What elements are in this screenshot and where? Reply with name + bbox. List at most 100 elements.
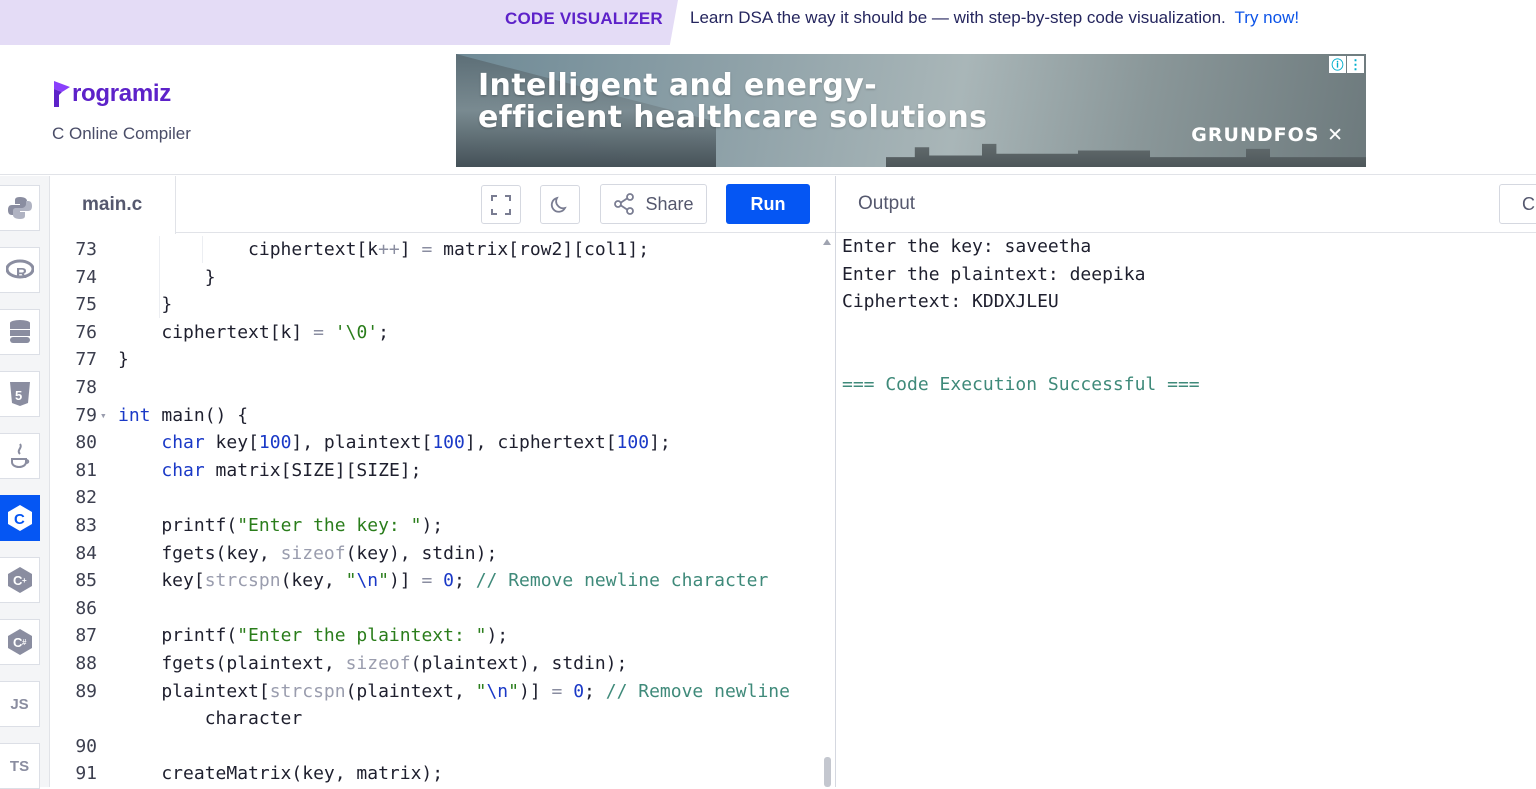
js-icon[interactable]: JS: [0, 681, 40, 727]
fullscreen-button[interactable]: [481, 185, 521, 224]
ts-icon-label: TS: [9, 757, 30, 775]
python-icon[interactable]: [0, 185, 40, 231]
code-line[interactable]: character: [51, 705, 821, 732]
code-line[interactable]: 83 printf("Enter the key: ");: [51, 512, 821, 539]
line-number: 81: [75, 459, 97, 481]
line-number: 77: [75, 349, 97, 371]
share-button[interactable]: Share: [600, 184, 707, 224]
output-line: === Code Execution Successful ===: [842, 374, 1200, 395]
line-number: 89: [75, 680, 97, 702]
svg-text:#: #: [22, 638, 27, 647]
ad-brand: GRUNDFOS ✕: [1191, 124, 1344, 146]
code-line[interactable]: 89 plaintext[strcspn(plaintext, "\n")] =…: [51, 678, 821, 705]
promo-text: Learn DSA the way it should be — with st…: [690, 8, 1299, 28]
line-number: 79: [75, 404, 97, 426]
code-line[interactable]: 77}: [51, 346, 821, 373]
share-label: Share: [645, 193, 694, 214]
code-text: int main() {: [118, 404, 249, 426]
promo-try-now-link[interactable]: Try now!: [1235, 8, 1300, 27]
ad-banner[interactable]: Intelligent and energy- efficient health…: [456, 54, 1366, 167]
line-number: 82: [75, 487, 97, 509]
svg-text:C: C: [14, 511, 25, 528]
code-text: printf("Enter the plaintext: ");: [118, 625, 509, 647]
java-icon[interactable]: [0, 433, 40, 479]
code-line[interactable]: 76 ciphertext[k] = '\0';: [51, 319, 821, 346]
output-pane: Output Clear Enter the key: saveetha Ente…: [836, 176, 1536, 787]
code-line[interactable]: 82: [51, 484, 821, 511]
code-text: key[strcspn(key, "\n")] = 0; // Remove n…: [118, 570, 769, 592]
scroll-up-arrow-icon[interactable]: [823, 239, 831, 245]
language-sidebar: R 5 C C + C # JS TS: [0, 176, 50, 789]
tab-main-c[interactable]: main.c: [51, 176, 176, 234]
fullscreen-icon: [491, 194, 511, 215]
sql-icon[interactable]: [0, 309, 40, 355]
ad-headline-line-1: Intelligent and energy-: [478, 68, 878, 103]
theme-toggle-button[interactable]: [540, 185, 580, 224]
ad-brand-text: GRUNDFOS: [1191, 124, 1320, 146]
line-number: 84: [75, 542, 97, 564]
line-number: 76: [75, 321, 97, 343]
html5-icon[interactable]: 5: [0, 371, 40, 417]
output-line: Enter the plaintext: deepika: [842, 263, 1146, 285]
ad-headline-line-2: efficient healthcare solutions: [478, 100, 988, 135]
r-icon[interactable]: R: [0, 247, 40, 293]
code-text: plaintext[strcspn(plaintext, "\n")] = 0;…: [118, 680, 790, 702]
code-line[interactable]: 73 ciphertext[k++] = matrix[row2][col1];: [51, 236, 821, 263]
line-number: 78: [75, 377, 97, 398]
site-header: rogramiz C Online Compiler Intelligent a…: [0, 45, 1536, 175]
code-line[interactable]: 81 char matrix[SIZE][SIZE];: [51, 457, 821, 484]
ts-icon[interactable]: TS: [0, 743, 40, 789]
code-line[interactable]: 80 char key[100], plaintext[100], cipher…: [51, 429, 821, 456]
code-text: }: [118, 294, 173, 316]
code-line[interactable]: 84 fgets(key, sizeof(key), stdin);: [51, 540, 821, 567]
line-number: 75: [75, 294, 97, 316]
code-text: ciphertext[k++] = matrix[row2][col1];: [118, 239, 650, 260]
line-number: 88: [75, 653, 97, 674]
line-number: 91: [75, 763, 97, 785]
code-line[interactable]: 87 printf("Enter the plaintext: ");: [51, 622, 821, 649]
code-text: }: [118, 349, 129, 371]
cplusplus-icon[interactable]: C +: [0, 557, 40, 603]
kebab-menu-icon[interactable]: ⋮: [1347, 56, 1364, 73]
line-number: 86: [75, 597, 97, 619]
output-line: Enter the key: saveetha: [842, 236, 1092, 257]
line-number: 74: [75, 266, 97, 288]
code-line[interactable]: 78: [51, 374, 821, 401]
code-line[interactable]: 88 fgets(plaintext, sizeof(plaintext), s…: [51, 650, 821, 677]
code-line[interactable]: 91 createMatrix(key, matrix);: [51, 760, 821, 787]
svg-text:+: +: [22, 576, 27, 585]
code-line[interactable]: 79 ▾ int main() {: [51, 402, 821, 429]
output-line: Ciphertext: KDDXJLEU: [842, 291, 1059, 313]
editor-scrollbar-thumb[interactable]: [824, 757, 831, 787]
output-title: Output: [858, 193, 916, 214]
line-number: 90: [75, 735, 97, 757]
code-text: char matrix[SIZE][SIZE];: [161, 459, 422, 481]
csharp-icon[interactable]: C #: [0, 619, 40, 665]
compiler-subtitle: C Online Compiler: [52, 124, 191, 143]
code-area[interactable]: 73 ciphertext[k++] = matrix[row2][col1];…: [51, 236, 835, 787]
code-line[interactable]: 90: [51, 733, 821, 760]
line-number: 87: [75, 625, 97, 647]
line-number: 83: [75, 515, 97, 536]
code-line[interactable]: 86: [51, 595, 821, 622]
code-text: fgets(key, sizeof(key), stdin);: [118, 542, 498, 564]
fold-arrow-icon[interactable]: ▾: [100, 402, 107, 429]
code-text: char key[100], plaintext[100], ciphertex…: [161, 432, 671, 454]
code-editor-pane: main.c Share Run 73 ciphertext[k++] = ma…: [51, 176, 835, 787]
ad-brand-mark-icon: ✕: [1327, 124, 1344, 146]
promo-message: Learn DSA the way it should be — with st…: [690, 8, 1226, 27]
clear-button[interactable]: Clear: [1499, 184, 1536, 224]
c-icon[interactable]: C: [0, 495, 40, 541]
run-button[interactable]: Run: [726, 184, 810, 224]
programiz-logo[interactable]: rogramiz: [52, 79, 171, 109]
code-line[interactable]: 85 key[strcspn(key, "\n")] = 0; // Remov…: [51, 567, 821, 594]
promo-brand[interactable]: CODE VISUALIZER: [505, 9, 663, 29]
logo-text: rogramiz: [72, 80, 171, 107]
code-line[interactable]: 74 }: [51, 264, 821, 291]
code-line[interactable]: 75 }: [51, 291, 821, 318]
promo-banner: CODE VISUALIZER Learn DSA the way it sho…: [0, 0, 1536, 45]
info-icon[interactable]: ⓘ: [1329, 56, 1346, 73]
indent-guide: [159, 236, 160, 318]
svg-text:R: R: [16, 265, 27, 281]
indent-guide: [202, 236, 203, 263]
